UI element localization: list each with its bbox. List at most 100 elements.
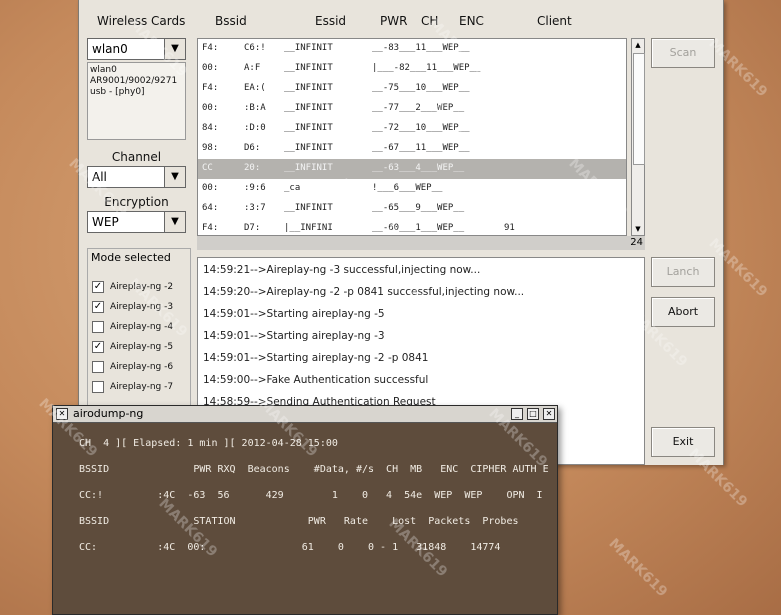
close-icon[interactable]: ✕ [56,408,68,420]
scroll-thumb[interactable] [633,53,645,165]
encryption-select-value: WEP [92,215,119,229]
terminal-line: CC:! :4C -63 56 429 1 0 4 54e WEP WEP OP… [79,490,543,501]
network-cell-pwr: __-65___9___WEP__ [372,203,465,213]
log-line: 14:59:01-->Starting aireplay-ng -2 -p 08… [203,352,429,364]
network-cell-bssid: 98: [202,143,219,153]
minimize-icon[interactable]: _ [511,408,523,420]
network-row[interactable]: 00: A:F __INFINIT |___-82___11___WEP__ [198,59,626,79]
log-line: 14:59:01-->Starting aireplay-ng -5 [203,308,385,320]
lanch-button-label: Lanch [666,265,700,278]
network-cell-pwr: !___6___WEP__ [372,183,443,193]
terminal-line: CH 4 ][ Elapsed: 1 min ][ 2012-04-28 15:… [79,438,338,449]
mode-checkbox-label: Aireplay-ng -3 [110,302,174,312]
network-cell-bssid: 84: [202,123,219,133]
bssid-header: Bssid [215,14,247,28]
network-cell-essid: __INFINIT [284,43,333,53]
mode-checkbox[interactable] [92,321,104,333]
ch-header: CH [421,14,439,28]
network-list-scrollbar[interactable]: ▲ ▼ [631,38,645,236]
mode-checkbox[interactable] [92,381,104,393]
card-select-value: wlan0 [92,42,128,56]
encryption-select[interactable]: WEP ▼ [87,211,186,233]
pwr-header: PWR [380,14,408,28]
network-cell-pwr: __-77___2___WEP__ [372,103,465,113]
wireless-cards-header: Wireless Cards [97,14,186,28]
network-cell-essid: __INFINIT [284,63,333,73]
network-cell-b2: EA:( [244,83,266,93]
network-cell-b2: :D:0 [244,123,266,133]
scan-button[interactable]: Scan [651,38,715,68]
network-count: 24 [197,236,645,250]
airodump-terminal-window[interactable]: ✕ airodump-ng _ □ ✕ CH 4 ][ Elapsed: 1 m… [52,405,558,615]
card-info: wlan0 AR9001/9002/9271 usb - [phy0] [87,62,186,140]
exit-button[interactable]: Exit [651,427,715,457]
mode-checkbox[interactable]: ✓ [92,281,104,293]
lanch-button[interactable]: Lanch [651,257,715,287]
network-cell-bssid: F4: [202,223,219,233]
watermark-text: MARK619 [605,535,671,601]
network-row[interactable]: F4: EA:(__INFINIT __-75___10___WEP__ [198,79,626,99]
network-cell-client: 91 [504,223,515,233]
mode-checkbox-label: Aireplay-ng -6 [110,362,174,372]
network-cell-pwr: __-83___11___WEP__ [372,43,470,53]
mode-selected-title: Mode selected [91,251,171,264]
mode-checkbox-label: Aireplay-ng -2 [110,282,174,292]
network-row[interactable]: F4: C6:! __INFINIT __-83___11___WEP__ [198,39,626,59]
scroll-up-icon[interactable]: ▲ [632,39,644,51]
encryption-label: Encryption [104,195,169,209]
channel-select-value: All [92,170,107,184]
network-cell-b2: D6: [244,143,261,153]
mode-checkbox[interactable]: ✓ [92,341,104,353]
chevron-down-icon[interactable]: ▼ [164,39,185,59]
network-row[interactable]: 64::3:7 __INFINIT __-65___9___WEP__ [198,199,626,219]
essid-header: Essid [315,14,347,28]
network-row[interactable]: CC 20: __INFINIT __-63___4___WEP__ [198,159,626,179]
network-cell-bssid: 00: [202,183,219,193]
enc-header: ENC [459,14,484,28]
network-cell-essid: __INFINIT [284,163,333,173]
network-cell-b2: C6:! [244,43,266,53]
network-cell-b2: D7: [244,223,261,233]
mode-checkbox-label: Aireplay-ng -4 [110,322,174,332]
scroll-down-icon[interactable]: ▼ [632,223,644,235]
network-cell-pwr: __-67___11___WEP__ [372,143,470,153]
log-line: 14:59:00-->Fake Authentication successfu… [203,374,429,386]
log-line: 14:59:01-->Starting aireplay-ng -3 [203,330,385,342]
network-row[interactable]: 98: D6: __INFINIT __-67___11___WEP__ [198,139,626,159]
network-row[interactable]: 00: :B:A __INFINIT __-77___2___WEP__ [198,99,626,119]
chevron-down-icon[interactable]: ▼ [164,167,185,187]
log-line: 14:59:20-->Aireplay-ng -2 -p 0841 succes… [203,286,525,298]
mode-checkbox-label: Aireplay-ng -7 [110,382,174,392]
abort-button[interactable]: Abort [651,297,715,327]
network-cell-essid: __INFINIT [284,103,333,113]
main-window: Wireless Cards Bssid Essid PWR CH ENC Cl… [78,0,724,465]
network-cell-essid: __INFINIT [284,143,333,153]
network-cell-essid: __INFINIT [284,203,333,213]
card-select[interactable]: wlan0 ▼ [87,38,186,60]
network-cell-essid: __INFINIT [284,83,333,93]
network-list[interactable]: F4: C6:! __INFINIT __-83___11___WEP__ 00: A:F… [197,38,627,236]
network-row[interactable]: F4: D7: |__INFINI __-60___1___WEP__ 91 [198,219,626,235]
network-cell-bssid: CC [202,163,213,173]
network-cell-b2: :9:6 [244,183,266,193]
mode-checkbox[interactable] [92,361,104,373]
abort-button-label: Abort [667,305,699,318]
channel-label: Channel [111,150,162,164]
network-cell-pwr: __-75___10___WEP__ [372,83,470,93]
network-cell-b2: :B:A [244,103,266,113]
terminal-line: BSSID STATION PWR Rate Lost Packets Prob… [79,516,519,527]
network-cell-pwr: __-60___1___WEP__ [372,223,465,233]
chevron-down-icon[interactable]: ▼ [164,212,185,232]
maximize-icon[interactable]: □ [527,408,539,420]
network-row[interactable]: 00::9:6 _ca !___6___WEP__ [198,179,626,199]
network-cell-b2: :3:7 [244,203,266,213]
terminal-title-bar[interactable]: ✕ airodump-ng _ □ ✕ [53,406,557,423]
channel-select[interactable]: All ▼ [87,166,186,188]
network-cell-bssid: 00: [202,103,219,113]
terminal-line: BSSID PWR RXQ Beacons #Data, #/s CH MB E… [79,464,549,475]
mode-checkbox-label: Aireplay-ng -5 [110,342,174,352]
network-row[interactable]: 84::D:0 __INFINIT __-72___10___WEP__ [198,119,626,139]
mode-checkbox[interactable]: ✓ [92,301,104,313]
network-cell-pwr: __-63___4___WEP__ [372,163,465,173]
close-window-icon[interactable]: ✕ [543,408,555,420]
